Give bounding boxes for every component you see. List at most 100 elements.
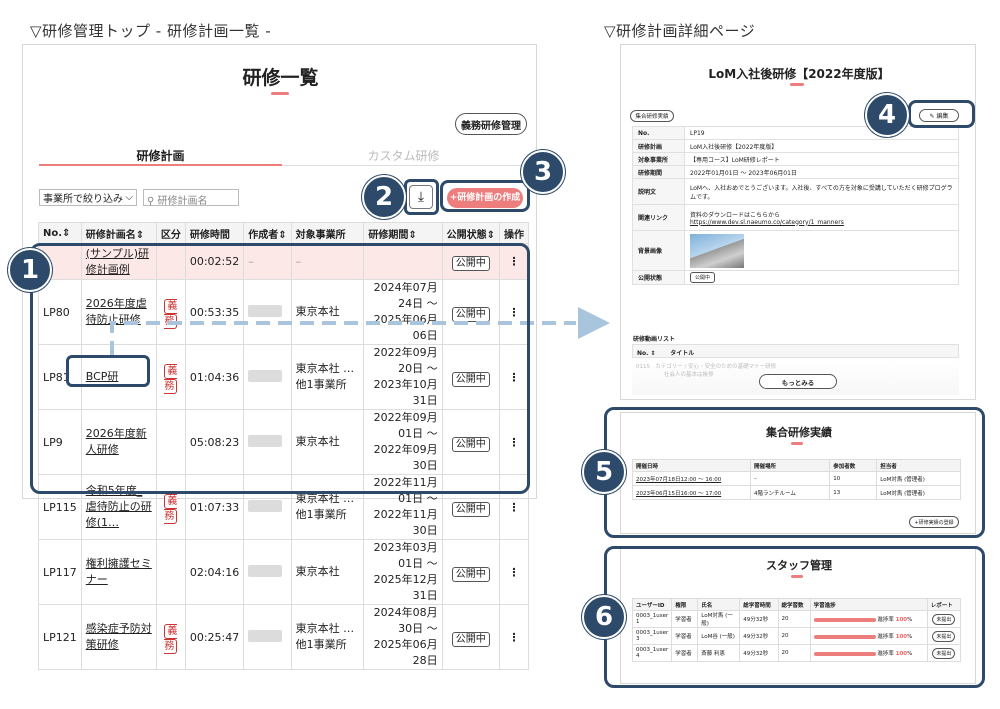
detail-row: 研修計画 LoM入社後研修【2022年度版】: [632, 139, 959, 153]
col-office: 対象事業所: [290, 222, 365, 244]
callout-4: 4: [865, 93, 909, 137]
edit-button[interactable]: ✎ 編集: [919, 109, 959, 122]
detail-row: 公開状態 公開中: [632, 270, 959, 285]
background-image: [690, 233, 744, 268]
table-row[interactable]: 0003_1user 4 学習者 斎藤 利恵 49分32秒 20 進捗率 100…: [631, 644, 962, 662]
register-record-button[interactable]: +研修実績の登録: [909, 516, 959, 528]
detail-row: 対象事業所 【専用コース】LoM研修レポート: [632, 152, 959, 166]
status-badge: 公開中: [451, 436, 490, 452]
more-options-icon[interactable]: ⋮: [499, 604, 529, 670]
table-row[interactable]: LP121 感染症予防対策研修 義務 00:25:47 東京本社 …他1事業所 …: [38, 604, 529, 670]
detail-title: LoM入社後研修【2022年度版】: [708, 67, 890, 81]
table-row[interactable]: LP117 権利擁護セミナー 02:04:16 東京本社 2023年03月01日…: [38, 539, 529, 605]
tab-custom[interactable]: カスタム研修: [282, 147, 525, 164]
detail-row: 背景画像: [632, 230, 959, 271]
row-no: LP9: [38, 409, 82, 475]
table-row[interactable]: (サンプル)研修計画例 00:02:52 – – 公開中 ⋮: [38, 243, 529, 280]
row-office: 東京本社 …他1事業所: [295, 492, 355, 521]
table-row[interactable]: 0003_1user 3 学習者 LoM谷 (一般) 49分32秒 20 進捗率…: [631, 627, 962, 645]
flow-arrow: [110, 307, 610, 355]
mandatory-training-button[interactable]: 義務研修管理: [455, 113, 527, 135]
detail-fields: No. LP19 研修計画 LoM入社後研修【2022年度版】 対象事業所 【専用コース】…: [632, 126, 959, 285]
row-office: –: [295, 254, 302, 268]
mandatory-tag: 義務: [164, 364, 178, 394]
office-filter-select[interactable]: 事業所で絞り込み ⌵: [39, 189, 137, 206]
report-status[interactable]: 未提出: [932, 647, 956, 659]
author-blurred: [248, 369, 283, 382]
group-panel: 集合研修実績 開催日時 開催場所 参加者数 担当者 2023年07月18日12:…: [620, 412, 976, 534]
create-plan-button[interactable]: +研修計画の作成: [447, 188, 523, 208]
row-no: LP117: [38, 539, 82, 605]
author-blurred: [248, 629, 283, 642]
more-options-icon[interactable]: ⋮: [499, 409, 529, 475]
row-period: 2022年09月01日 〜 2022年09月30日: [373, 411, 438, 472]
group-table: 開催日時 開催場所 参加者数 担当者 2023年07月18日12:00 〜 16…: [632, 459, 961, 500]
group-record-button[interactable]: 集合研修実績: [630, 110, 674, 122]
col-kubun: 区分: [155, 222, 186, 244]
search-input[interactable]: ⚲ 研修計画名: [143, 189, 239, 207]
plan-link[interactable]: BCP研: [86, 369, 152, 385]
row-office: 東京本社: [295, 565, 340, 578]
progress-bar: [813, 617, 876, 622]
row-no: LP115: [38, 474, 82, 540]
row-no: LP121: [38, 604, 82, 670]
more-button[interactable]: もっとみる: [759, 374, 837, 389]
callout-3: 3: [521, 150, 565, 194]
row-no: LP80: [38, 279, 82, 345]
plan-link[interactable]: (サンプル)研修計画例: [86, 246, 152, 278]
report-status[interactable]: 未提出: [932, 613, 956, 625]
more-options-icon[interactable]: ⋮: [499, 474, 529, 540]
table-row[interactable]: LP115 令和5年度_虐待防止の研修(1… 義務 01:07:33 東京本社 …: [38, 474, 529, 540]
more-options-icon[interactable]: ⋮: [499, 539, 529, 605]
author-blurred: [248, 499, 283, 512]
video-list-header: 研修動画リスト: [633, 336, 676, 343]
row-time: 00:02:52: [184, 243, 245, 280]
callout-5: 5: [582, 450, 626, 494]
plans-table: No.⇕ 研修計画名⇕ 区分 研修時間 作成者⇕ 対象事業所 研修期間⇕ 公開状…: [38, 222, 529, 670]
author-blurred: [248, 434, 283, 447]
row-period: 2022年11月01日 〜 2022年11月30日: [373, 476, 438, 537]
plan-link[interactable]: 感染症予防対策研修: [86, 621, 152, 653]
row-time: 01:07:33: [184, 474, 245, 540]
status-badge: 公開中: [451, 566, 490, 582]
detail-row: 関連リンク 資料のダウンロードはこちらから https://www.dev.sl.n…: [632, 204, 959, 231]
callout-2: 2: [362, 175, 406, 219]
author-blurred: [248, 564, 283, 577]
right-caption: ▽研修計画詳細ページ: [604, 22, 756, 40]
table-row[interactable]: LP9 2026年度新人研修 05:08:23 東京本社 2022年09月01日…: [38, 409, 529, 475]
mandatory-tag: 義務: [164, 494, 178, 524]
left-caption: ▽研修管理トップ - 研修計画一覧 -: [30, 22, 272, 40]
plan-link[interactable]: 令和5年度_虐待防止の研修(1…: [86, 483, 152, 531]
row-period: 2024年08月30日 〜 2025年06月28日: [373, 606, 438, 667]
status-badge: 公開中: [451, 501, 490, 517]
staff-table: ユーザーID 権限 氏名 総学習時間 総学習数 学習進捗 レポート 0003_1user 1…: [631, 598, 962, 662]
plan-link[interactable]: 権利擁護セミナー: [86, 556, 152, 588]
col-period[interactable]: 研修期間⇕: [363, 222, 443, 244]
table-row[interactable]: 2023年07月18日12:00 〜 16:00–10 LoM対馬 (管理者): [632, 471, 961, 486]
status-badge: 公開中: [451, 256, 490, 271]
plan-link[interactable]: 2026年度新人研修: [86, 426, 152, 458]
row-office: 東京本社 …他1事業所: [295, 362, 355, 391]
row-time: 02:04:16: [184, 539, 245, 605]
row-author: –: [248, 255, 254, 268]
col-author[interactable]: 作成者⇕: [243, 222, 292, 244]
col-status[interactable]: 公開状態⇕: [441, 222, 501, 244]
group-title: 集合研修実績: [766, 426, 832, 439]
progress-bar: [813, 634, 876, 639]
search-icon: ⚲: [147, 196, 155, 207]
related-link[interactable]: https://www.dev.sl.naeumo.co/category/1_…: [690, 219, 844, 226]
col-no[interactable]: No.⇕: [38, 222, 82, 244]
detail-row: 研修期間 2022年01月01日 〜 2023年06月01日: [632, 165, 959, 179]
detail-row: No. LP19: [632, 126, 959, 140]
report-status[interactable]: 未提出: [932, 630, 956, 642]
row-office: 東京本社: [295, 435, 340, 448]
more-options-icon[interactable]: ⋮: [499, 243, 529, 280]
table-row[interactable]: 0003_1user 1 学習者 LoM対馬 (一般) 49分32秒 20 進捗…: [631, 610, 962, 628]
row-time: 05:08:23: [184, 409, 245, 475]
row-period: 2023年03月01日 〜 2025年12月31日: [373, 541, 438, 602]
col-name[interactable]: 研修計画名⇕: [80, 222, 157, 244]
table-row[interactable]: 2023年06月15日16:00 〜 17:00 4階ランチルーム 13 LoM対馬 …: [632, 485, 961, 500]
tab-plans[interactable]: 研修計画: [39, 147, 282, 164]
download-button[interactable]: ⤓: [409, 185, 433, 209]
row-office: 東京本社 …他1事業所: [295, 622, 355, 651]
